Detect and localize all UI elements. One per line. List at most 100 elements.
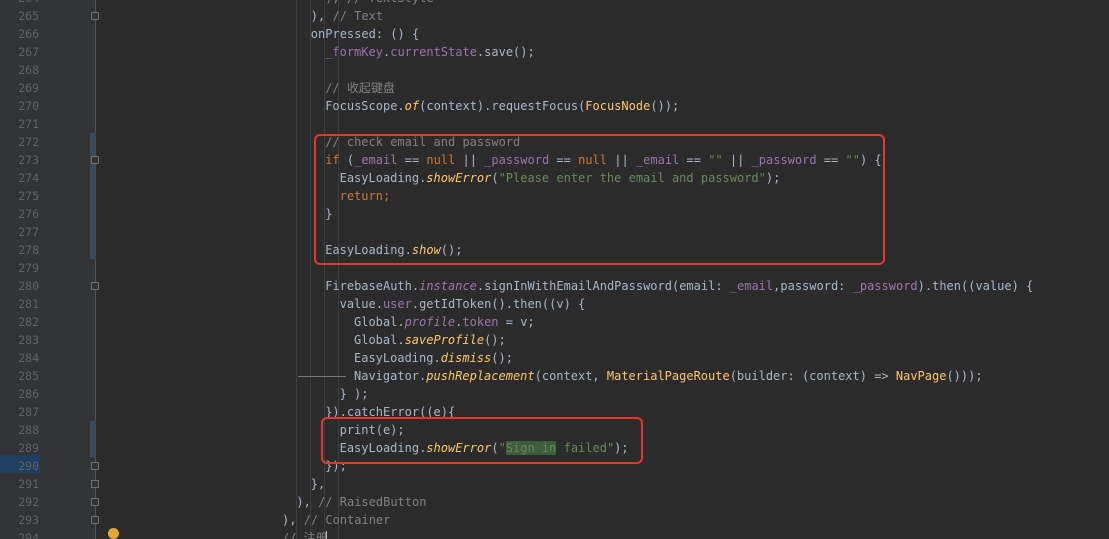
highlight-box-error xyxy=(321,417,643,464)
code-text[interactable]: onPressed: () { xyxy=(311,25,419,43)
code-token: : () { xyxy=(375,27,420,41)
code-line[interactable]: 270 FocusScope.of(context).requestFocus(F… xyxy=(0,97,1109,115)
code-token: Navigator. xyxy=(354,369,427,383)
line-number: 289 xyxy=(18,441,39,455)
code-token: value. xyxy=(339,297,383,311)
line-number: 282 xyxy=(18,315,39,329)
code-token: .save(); xyxy=(476,45,535,59)
line-number: 273 xyxy=(18,153,39,167)
line-number: 291 xyxy=(18,477,39,491)
code-text[interactable]: } ); xyxy=(340,385,369,403)
code-token: profile xyxy=(404,315,456,329)
code-token: ).then((value) { xyxy=(917,279,1034,293)
code-token: _email xyxy=(729,279,774,293)
code-token: ), // TextStyle xyxy=(325,0,433,5)
code-token: of xyxy=(404,99,420,113)
line-number: 287 xyxy=(18,405,39,419)
line-number: 265 xyxy=(18,9,39,23)
line-number: 272 xyxy=(18,135,39,149)
code-token: FirebaseAuth. xyxy=(325,279,420,293)
line-number: 286 xyxy=(18,387,39,401)
line-number: 280 xyxy=(18,279,39,293)
code-line[interactable]: 264 ), // TextStyle xyxy=(0,0,1109,7)
code-token: Global. xyxy=(354,333,405,347)
code-line[interactable]: 280 FirebaseAuth.instance.signInWithEmail… xyxy=(0,277,1109,295)
code-token: _formKey xyxy=(325,45,383,59)
code-token: .signInWithEmailAndPassword(email: xyxy=(476,279,730,293)
code-token: // Container xyxy=(303,513,391,527)
code-token: token xyxy=(462,315,499,329)
code-text[interactable]: // 注册 xyxy=(282,529,328,539)
line-number: 294 xyxy=(18,531,39,539)
code-token: // 收起键盘 xyxy=(325,81,395,95)
code-token: onPressed xyxy=(310,27,376,41)
line-number: 276 xyxy=(18,207,39,221)
code-token: // 注册 xyxy=(282,531,328,539)
code-line[interactable]: 294 // 注册 xyxy=(0,529,1109,539)
line-number: 293 xyxy=(18,513,39,527)
line-number: 279 xyxy=(18,261,39,275)
line-number: 270 xyxy=(18,99,39,113)
code-line[interactable]: 293 ), // Container xyxy=(0,511,1109,529)
code-line[interactable]: 291}, xyxy=(0,475,1109,493)
code-line[interactable]: 292), // RaisedButton xyxy=(0,493,1109,511)
code-text[interactable]: _formKey.currentState.save(); xyxy=(325,43,535,61)
line-number: 271 xyxy=(18,117,39,131)
code-token: _password xyxy=(852,279,918,293)
code-line[interactable]: 285 Navigator.pushReplacement(context, Ma… xyxy=(0,367,1109,385)
code-token: = v; xyxy=(498,315,535,329)
code-token: ()); xyxy=(650,99,680,113)
code-token: (context, xyxy=(534,369,607,383)
line-number: 268 xyxy=(18,63,39,77)
code-token: MaterialPageRoute xyxy=(606,369,730,383)
code-line[interactable]: 286 } ); xyxy=(0,385,1109,403)
code-editor[interactable]: 264 ), // TextStyle 265 ), // Text 266 onPres… xyxy=(0,0,1109,539)
line-number: 267 xyxy=(18,45,39,59)
code-token: (context).requestFocus( xyxy=(419,99,586,113)
code-line[interactable]: 269 // 收起键盘 xyxy=(0,79,1109,97)
code-text[interactable]: FirebaseAuth.instance.signInWithEmailAnd… xyxy=(325,277,1033,295)
line-number: 278 xyxy=(18,243,39,257)
code-text[interactable]: ), // RaisedButton xyxy=(296,493,426,511)
code-line[interactable]: 283 Global.saveProfile(); xyxy=(0,331,1109,349)
code-token: currentState xyxy=(390,45,477,59)
code-token: (builder: (context) => xyxy=(729,369,896,383)
code-line[interactable]: 284 EasyLoading.dismiss(); xyxy=(0,349,1109,367)
code-line[interactable]: 282 Global.profile.token = v; xyxy=(0,313,1109,331)
text-caret xyxy=(326,531,327,539)
code-token: // RaisedButton xyxy=(318,495,427,509)
code-text[interactable]: FocusScope.of(context).requestFocus(Focu… xyxy=(325,97,679,115)
code-text[interactable]: value.user.getIdToken().then((v) { xyxy=(340,295,586,313)
code-line[interactable]: 265 ), // Text xyxy=(0,7,1109,25)
code-token: FocusScope. xyxy=(325,99,405,113)
code-token: (); xyxy=(491,351,513,365)
line-number: 288 xyxy=(18,423,39,437)
code-text[interactable]: EasyLoading.dismiss(); xyxy=(354,349,513,367)
line-number: 266 xyxy=(18,27,39,41)
code-line[interactable]: 271 xyxy=(0,115,1109,133)
warning-bulb-icon[interactable] xyxy=(108,528,119,539)
code-text[interactable]: }, xyxy=(311,475,325,493)
code-token: user xyxy=(382,297,412,311)
code-token: dismiss xyxy=(440,351,492,365)
code-token: ), xyxy=(296,495,319,509)
line-number: 292 xyxy=(18,495,39,509)
line-number: 264 xyxy=(0,0,39,7)
line-number: 277 xyxy=(18,225,39,239)
code-text[interactable]: // 收起键盘 xyxy=(325,79,395,97)
code-line[interactable]: 281 value.user.getIdToken().then((v) { xyxy=(0,295,1109,313)
code-token: instance xyxy=(419,279,477,293)
code-text[interactable]: ), // TextStyle xyxy=(325,0,433,7)
code-line[interactable]: 268 xyxy=(0,61,1109,79)
code-text[interactable]: Global.profile.token = v; xyxy=(354,313,535,331)
code-text[interactable]: Navigator.pushReplacement(context, Mater… xyxy=(354,367,983,385)
line-number: 283 xyxy=(18,333,39,347)
code-token: .getIdToken().then((v) { xyxy=(411,297,586,311)
code-token: NavPage xyxy=(895,369,947,383)
line-number: 274 xyxy=(18,171,39,185)
code-text[interactable]: ), // Text xyxy=(311,7,383,25)
code-text[interactable]: ), // Container xyxy=(282,511,390,529)
code-line[interactable]: 267 _formKey.currentState.save(); xyxy=(0,43,1109,61)
code-text[interactable]: Global.saveProfile(); xyxy=(354,331,506,349)
code-line[interactable]: 266 onPressed: () { xyxy=(0,25,1109,43)
